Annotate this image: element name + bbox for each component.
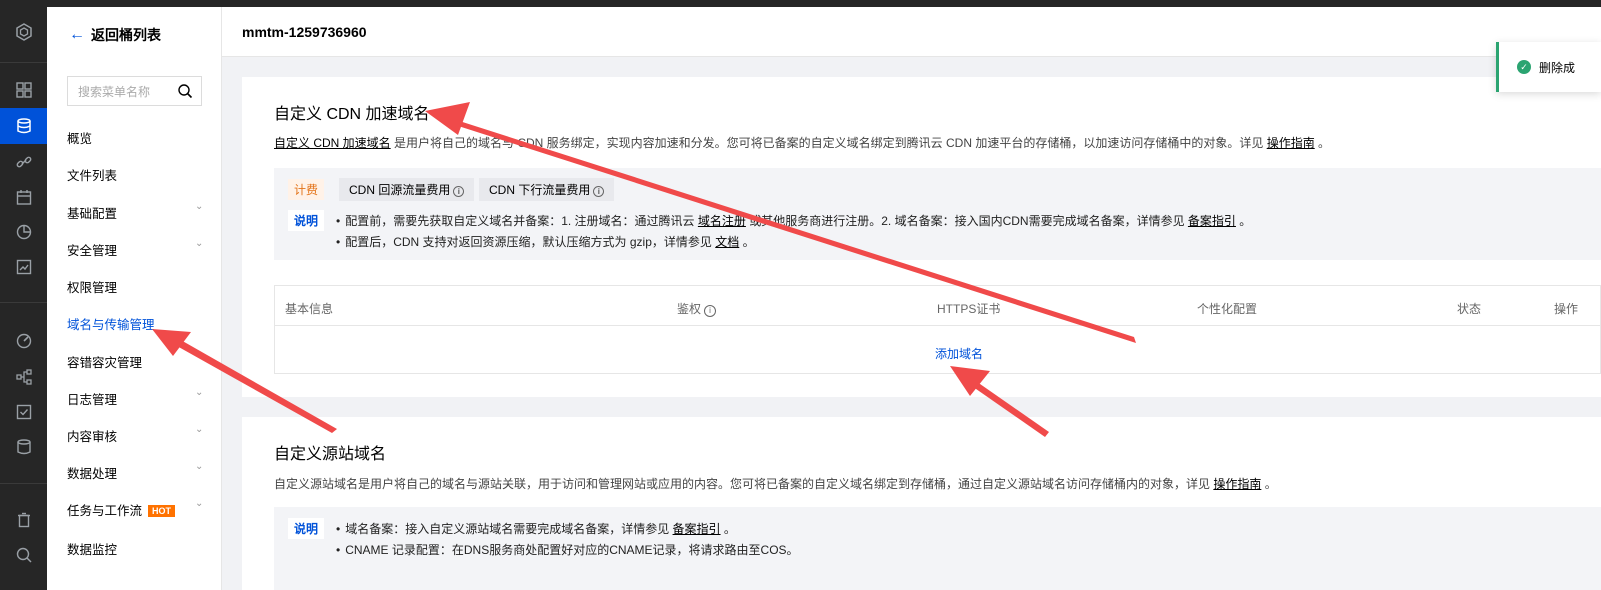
cdn-domain-card: 自定义 CDN 加速域名 自定义 CDN 加速域名 是用户将自己的域名与 CDN… (242, 77, 1601, 397)
success-toast: ✓ 删除成 (1496, 42, 1601, 92)
origin-note-2: CNAME 记录配置：在DNS服务商处配置好对应的CNAME记录，将请求路由至C… (336, 541, 798, 558)
menu-item-overview[interactable]: 概览 (67, 128, 92, 147)
menu-item-permissions[interactable]: 权限管理 (67, 277, 117, 296)
back-to-bucket-list-link[interactable]: ← 返回桶列表 (69, 25, 161, 45)
database-icon[interactable] (0, 429, 47, 465)
product-logo-icon[interactable] (0, 14, 47, 50)
icp-guide-link[interactable]: 备案指引 (1188, 214, 1236, 228)
cdn-info-box: 计费 CDN 回源流量费用i CDN 下行流量费用i 说明 配置前，需要先获取自… (274, 168, 1601, 260)
note-tag: 说明 (288, 518, 325, 539)
back-label: 返回桶列表 (91, 27, 161, 43)
bucket-list-icon[interactable] (0, 108, 47, 144)
hot-badge: HOT (148, 505, 176, 517)
origin-guide-link[interactable]: 操作指南 (1213, 477, 1261, 491)
info-icon[interactable]: i (593, 186, 605, 197)
menu-item-basic-config[interactable]: 基础配置 ⌄ (67, 201, 203, 222)
menu-item-tasks-workflows[interactable]: 任务与工作流 HOT ⌄ (67, 498, 203, 519)
origin-section-desc: 自定义源站域名是用户将自己的域名与源站关联，用于访问和管理网站或应用的内容。您可… (274, 477, 1277, 491)
calendar-icon[interactable] (0, 179, 47, 215)
pie-chart-icon[interactable] (0, 214, 47, 250)
info-icon[interactable]: i (453, 186, 465, 197)
th-basic-info: 基本信息 (285, 302, 334, 316)
chevron-down-icon: ⌄ (195, 238, 204, 249)
cdn-note-1: 配置前，需要先获取自定义域名并备案：1. 注册域名：通过腾讯云 域名注册 或其他… (336, 212, 1251, 229)
cdn-downstream-traffic-fee-pill[interactable]: CDN 下行流量费用 i (479, 178, 615, 201)
menu-item-security[interactable]: 安全管理 ⌄ (67, 238, 203, 259)
origin-domain-card: 自定义源站域名 自定义源站域名是用户将自己的域名与源站关联，用于访问和管理网站或… (242, 417, 1601, 590)
bucket-title: mmtm-1259736960 (242, 24, 367, 40)
info-icon[interactable]: i (704, 305, 717, 317)
chevron-down-icon: ⌄ (195, 387, 204, 398)
search-doc-icon[interactable] (0, 537, 47, 573)
workflow-icon[interactable] (0, 359, 47, 395)
checklist-icon[interactable] (0, 394, 47, 430)
menu-item-file-list[interactable]: 文件列表 (67, 165, 117, 184)
note-tag: 说明 (288, 210, 325, 231)
menu-item-data-monitoring[interactable]: 数据监控 (67, 539, 117, 558)
overview-icon[interactable] (0, 72, 47, 108)
search-icon[interactable] (177, 83, 193, 99)
th-auth: 鉴权 i (677, 300, 717, 317)
menu-item-content-review[interactable]: 内容审核 ⌄ (67, 424, 203, 445)
check-circle-icon: ✓ (1517, 60, 1531, 74)
cdn-origin-traffic-fee-pill[interactable]: CDN 回源流量费用 i (339, 178, 475, 201)
cdn-domain-table: 基本信息 鉴权 i HTTPS证书 个性化配置 状态 操作 添加域名 (274, 285, 1601, 374)
link-icon[interactable] (0, 144, 47, 180)
image-check-icon[interactable] (0, 249, 47, 285)
toast-text: 删除成 (1539, 60, 1576, 75)
menu-search-placeholder: 搜索菜单名称 (78, 84, 151, 99)
cdn-note-2: 配置后，CDN 支持对返回资源压缩，默认压缩方式为 gzip，详情参见 文档 。 (336, 233, 754, 250)
menu-search-input[interactable]: 搜索菜单名称 (67, 76, 202, 106)
th-actions: 操作 (1554, 302, 1579, 316)
chevron-down-icon: ⌄ (195, 498, 204, 509)
doc-link[interactable]: 文档 (715, 235, 739, 249)
chevron-down-icon: ⌄ (195, 461, 204, 472)
chevron-down-icon: ⌄ (195, 424, 204, 435)
accelerate-icon[interactable] (0, 323, 47, 359)
origin-section-title: 自定义源站域名 (274, 446, 387, 463)
page-header: mmtm-1259736960 (222, 7, 1601, 57)
th-custom-config: 个性化配置 (1197, 302, 1258, 316)
cdn-guide-link[interactable]: 操作指南 (1267, 136, 1315, 150)
icp-guide-link[interactable]: 备案指引 (673, 522, 721, 536)
menu-item-data-processing[interactable]: 数据处理 ⌄ (67, 461, 203, 482)
cdn-desc-link[interactable]: 自定义 CDN 加速域名 (274, 136, 391, 150)
trash-icon[interactable] (0, 502, 47, 538)
icon-rail (0, 7, 47, 590)
chevron-down-icon: ⌄ (195, 201, 204, 212)
add-domain-link[interactable]: 添加域名 (935, 345, 983, 362)
arrow-left-icon: ← (69, 26, 85, 43)
cdn-section-desc: 自定义 CDN 加速域名 是用户将自己的域名与 CDN 服务绑定，实现内容加速和… (274, 136, 1331, 150)
bucket-menu: ← 返回桶列表 搜索菜单名称 概览 文件列表 基础配置 ⌄ 安全管理 ⌄ 权限管理 … (47, 7, 222, 590)
menu-item-disaster-recovery[interactable]: 容错容灾管理 (67, 352, 142, 371)
origin-note-1: 域名备案：接入自定义源站域名需要完成域名备案，详情参见 备案指引 。 (336, 520, 736, 537)
cdn-section-title: 自定义 CDN 加速域名 (274, 106, 430, 123)
domain-register-link[interactable]: 域名注册 (698, 214, 746, 228)
th-https-cert: HTTPS证书 (937, 302, 1001, 316)
table-header: 基本信息 鉴权 i HTTPS证书 个性化配置 状态 操作 (275, 286, 1600, 326)
menu-item-domain-transfer[interactable]: 域名与传输管理 (67, 314, 155, 333)
fee-tag: 计费 (288, 179, 325, 200)
top-bar (0, 0, 1601, 7)
th-status: 状态 (1457, 302, 1482, 316)
origin-info-box: 说明 域名备案：接入自定义源站域名需要完成域名备案，详情参见 备案指引 。 CN… (274, 507, 1601, 590)
menu-item-logs[interactable]: 日志管理 ⌄ (67, 387, 203, 408)
